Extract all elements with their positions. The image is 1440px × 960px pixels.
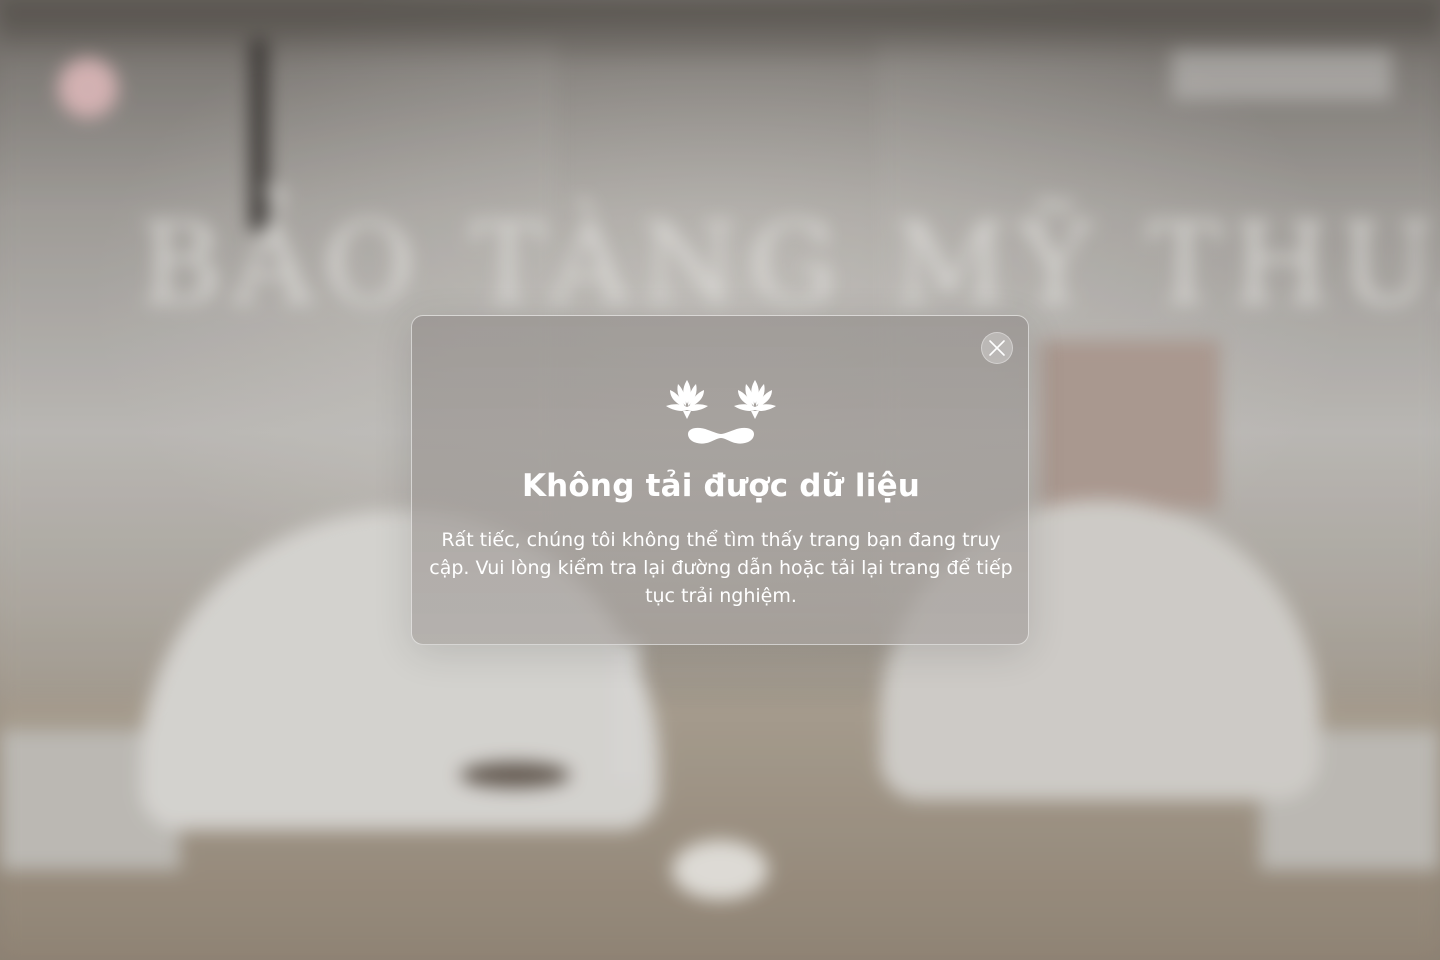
modal-title: Không tải được dữ liệu — [521, 468, 921, 504]
close-button[interactable] — [981, 332, 1013, 364]
page-stage: BẢO TÀNG MỸ THUẬT — [0, 0, 1440, 960]
close-icon — [989, 340, 1005, 356]
lotus-smile-icon — [666, 380, 776, 444]
error-modal: Không tải được dữ liệu Rất tiếc, chúng t… — [411, 315, 1029, 645]
modal-message: Rất tiếc, chúng tôi không thể tìm thấy t… — [429, 529, 1013, 607]
